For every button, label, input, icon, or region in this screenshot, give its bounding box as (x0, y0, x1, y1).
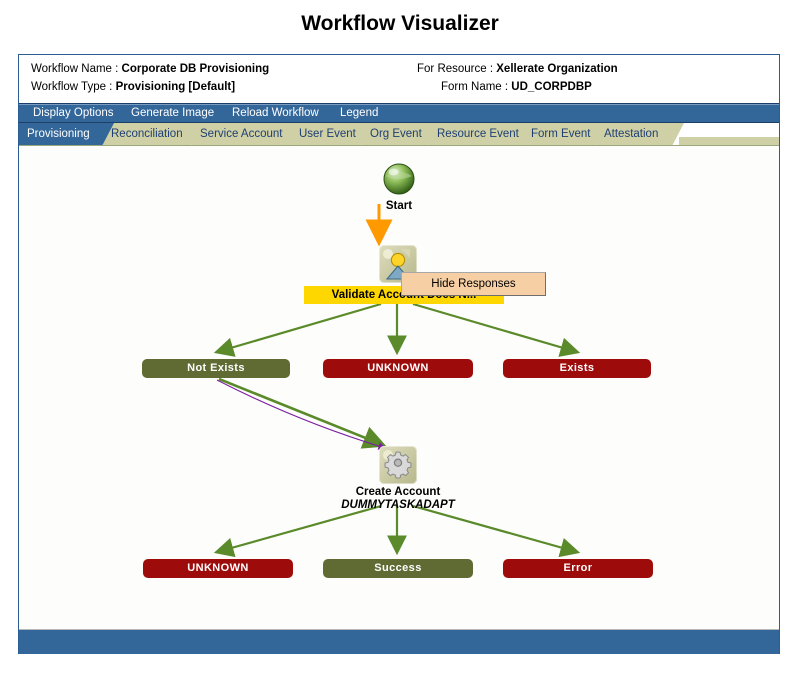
node-create-account-label: Create Account (355, 486, 441, 498)
gear-task-icon (379, 446, 417, 484)
for-resource-row: For Resource : Xellerate Organization (417, 63, 618, 75)
tab-reconciliation[interactable]: Reconciliation (103, 123, 203, 146)
app-frame: Workflow Name : Corporate DB Provisionin… (18, 54, 780, 654)
response-success[interactable]: Success (323, 559, 473, 578)
connector-layer (213, 204, 581, 558)
response-exists[interactable]: Exists (503, 359, 651, 378)
node-start-label: Start (385, 200, 413, 212)
menu-item-generate-image[interactable]: Generate Image (131, 107, 214, 119)
tab-form-event[interactable]: Form Event (523, 123, 607, 146)
workflow-canvas[interactable]: Start Validate Account Does N.. (19, 146, 779, 629)
tab-provisioning[interactable]: Provisioning (19, 123, 114, 146)
edge-create-to-unknown (213, 504, 382, 558)
info-header: Workflow Name : Corporate DB Provisionin… (19, 55, 779, 104)
tab-user-event[interactable]: User Event (291, 123, 373, 146)
edge-validate-to-not-exists (213, 302, 382, 357)
footer-bar (19, 629, 779, 654)
tab-strip: Attestation Form Event Resource Event Org E… (19, 123, 779, 146)
tab-org-event[interactable]: Org Event (362, 123, 440, 146)
menu-bar: Display Options Generate Image Reload Work… (19, 104, 779, 123)
form-name-value: UD_CORPDBP (511, 81, 592, 93)
edge-create-to-error (412, 504, 581, 558)
edge-not-exists-to-create-account (218, 377, 387, 449)
workflow-type-value: Provisioning [Default] (115, 81, 236, 93)
for-resource-value: Xellerate Organization (496, 63, 618, 75)
for-resource-label: For Resource : (417, 63, 494, 75)
page-title: Workflow Visualizer (301, 12, 499, 35)
hide-responses-button[interactable]: Hide Responses (401, 272, 546, 296)
response-unknown-validate[interactable]: UNKNOWN (323, 359, 473, 378)
response-not-exists[interactable]: Not Exists (142, 359, 290, 378)
workflow-visualizer-window: Workflow Visualizer Workflow Name : Corp… (0, 0, 800, 684)
workflow-type-row: Workflow Type : Provisioning [Default] (31, 81, 235, 93)
menu-item-display-options[interactable]: Display Options (33, 107, 114, 119)
workflow-type-label: Workflow Type : (31, 81, 113, 93)
menu-item-legend[interactable]: Legend (340, 107, 378, 119)
menu-item-reload-workflow[interactable]: Reload Workflow (232, 107, 319, 119)
form-name-row: Form Name : UD_CORPDBP (441, 81, 592, 93)
workflow-name-row: Workflow Name : Corporate DB Provisionin… (31, 63, 269, 75)
green-sphere-icon (380, 160, 418, 198)
node-create-account-adapter: DUMMYTASKADAPT (341, 499, 455, 511)
workflow-name-label: Workflow Name : (31, 63, 119, 75)
tab-attestation[interactable]: Attestation (596, 123, 684, 146)
response-error[interactable]: Error (503, 559, 653, 578)
tab-strip-filler (679, 137, 779, 145)
response-unknown-create[interactable]: UNKNOWN (143, 559, 293, 578)
node-create-account[interactable]: Create Account DUMMYTASKADAPT (319, 446, 477, 511)
workflow-name-value: Corporate DB Provisioning (121, 63, 270, 75)
edge-validate-to-exists (412, 302, 581, 357)
tab-resource-event[interactable]: Resource Event (429, 123, 534, 146)
node-start[interactable]: Start (360, 160, 438, 212)
edge-not-exists-to-create-account-dependency (216, 379, 387, 450)
form-name-label: Form Name : (441, 81, 509, 93)
tab-service-account[interactable]: Service Account (192, 123, 302, 146)
